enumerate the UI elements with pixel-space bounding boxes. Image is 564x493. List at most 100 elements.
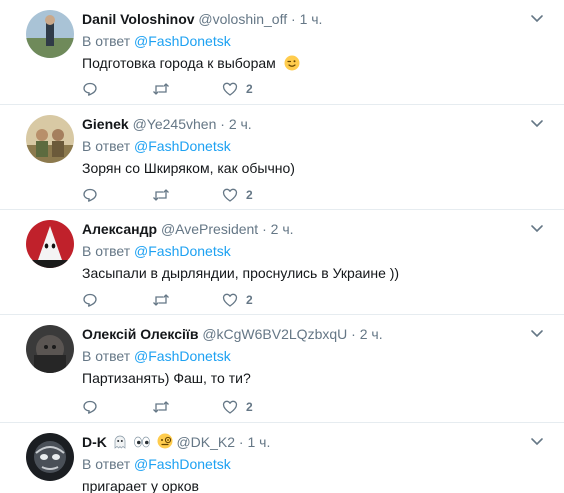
separator-dot: · [262,221,267,237]
like-button[interactable]: 2 [222,399,292,415]
chevron-down-icon[interactable] [530,119,544,129]
like-button[interactable]: 2 [222,292,292,308]
reply-prefix: В ответ [82,138,131,154]
like-button[interactable]: 2 [222,81,292,97]
separator-dot: · [351,326,356,342]
avatar[interactable] [26,325,74,373]
reply-prefix: В ответ [82,348,131,364]
user-handle[interactable]: @Ye245vhen [133,116,217,132]
tweet-header: Александр @AvePresident · 2 ч. [82,220,524,238]
reply-prefix: В ответ [82,33,131,49]
user-name[interactable]: Gienek [82,116,129,132]
like-count: 2 [246,188,253,202]
chevron-down-icon[interactable] [530,224,544,234]
separator-dot: · [291,11,296,27]
reply-icon [83,188,97,202]
retweet-button[interactable] [152,399,222,415]
timestamp[interactable]: 1 ч. [300,11,323,27]
tweet-content: D-K @DK_K2 · 1 ч. В ответ @FashDonetsk п… [82,433,524,493]
chevron-down-icon[interactable] [530,14,544,24]
user-name[interactable]: D-K [82,434,107,450]
like-count: 2 [246,293,253,307]
timestamp[interactable]: 1 ч. [247,434,270,450]
tweet-content: Gienek @Ye245vhen · 2 ч. В ответ @FashDo… [82,115,524,177]
separator-dot: · [220,116,225,132]
reply-context: В ответ @FashDonetsk [82,347,524,365]
reply-mention-link[interactable]: @FashDonetsk [134,33,231,49]
chevron-down-icon[interactable] [530,437,544,447]
timestamp[interactable]: 2 ч. [360,326,383,342]
reply-context: В ответ @FashDonetsk [82,137,524,155]
reply-icon [83,82,97,96]
user-name[interactable]: Александр [82,221,157,237]
reply-prefix: В ответ [82,456,131,472]
tweet[interactable]: D-K @DK_K2 · 1 ч. В ответ @FashDonetsk п… [0,423,564,493]
heart-icon [222,188,238,202]
retweet-icon [153,401,169,413]
tweet-text: Засыпали в дырляндии, проснулись в Украи… [82,265,400,281]
tweet-content: Danil Voloshinov @voloshin_off · 1 ч. В … [82,10,524,72]
tweet-header: Danil Voloshinov @voloshin_off · 1 ч. [82,10,524,28]
user-name[interactable]: Danil Voloshinov [82,11,195,27]
timestamp[interactable]: 2 ч. [229,116,252,132]
reply-mention-link[interactable]: @FashDonetsk [134,348,231,364]
reply-button[interactable] [82,81,152,97]
eyes-emoji-icon [133,435,151,449]
reply-button[interactable] [82,187,152,203]
avatar[interactable] [26,220,74,268]
reply-context: В ответ @FashDonetsk [82,242,524,260]
replies-feed: Danil Voloshinov @voloshin_off · 1 ч. В … [0,0,564,493]
tweet-content: Александр @AvePresident · 2 ч. В ответ @… [82,220,524,282]
retweet-button[interactable] [152,292,222,308]
reply-icon [83,293,97,307]
tweet-text: Партизанять) Фаш, то ти? [82,370,251,386]
timestamp[interactable]: 2 ч. [271,221,294,237]
reply-context: В ответ @FashDonetsk [82,455,524,473]
tweet-text-body: Подготовка города к выборам [82,55,276,71]
retweet-button[interactable] [152,81,222,97]
avatar[interactable] [26,10,74,58]
tweet-header: Олексій Олексіїв @kCgW6BV2LQzbxqU · 2 ч. [82,325,524,343]
reply-mention-link[interactable]: @FashDonetsk [134,243,231,259]
like-button[interactable]: 2 [222,187,292,203]
tweet-text: пригарает у орков [82,478,199,493]
user-handle[interactable]: @DK_K2 [176,434,235,450]
avatar[interactable] [26,115,74,163]
winking-face-emoji-icon [284,55,300,71]
tweet-text: Подготовка города к выборам [82,54,524,72]
retweet-icon [153,189,169,201]
tweet-text: Зорян со Шкиряком, как обычно) [82,160,295,176]
tweet-content: Олексій Олексіїв @kCgW6BV2LQzbxqU · 2 ч.… [82,325,524,387]
reply-context: В ответ @FashDonetsk [82,32,524,50]
reply-button[interactable] [82,292,152,308]
tweet[interactable]: Gienek @Ye245vhen · 2 ч. В ответ @FashDo… [0,105,564,210]
heart-icon [222,82,238,96]
like-count: 2 [246,82,253,96]
tweet[interactable]: Danil Voloshinov @voloshin_off · 1 ч. В … [0,0,564,105]
tweet-header: D-K @DK_K2 · 1 ч. [82,433,524,451]
tweet-actions: 2 [82,79,292,99]
ghost-emoji-icon [113,435,127,449]
reply-icon [83,400,97,414]
tweet-actions: 2 [82,397,292,417]
retweet-button[interactable] [152,187,222,203]
user-name[interactable]: Олексій Олексіїв [82,326,198,342]
chevron-down-icon[interactable] [530,329,544,339]
reply-mention-link[interactable]: @FashDonetsk [134,138,231,154]
tweet[interactable]: Александр @AvePresident · 2 ч. В ответ @… [0,210,564,315]
tweet-header: Gienek @Ye245vhen · 2 ч. [82,115,524,133]
user-handle[interactable]: @kCgW6BV2LQzbxqU [202,326,347,342]
tweet-actions: 2 [82,290,292,310]
avatar[interactable] [26,433,74,481]
face-with-monocle-emoji-icon [157,433,173,449]
user-handle[interactable]: @voloshin_off [198,11,287,27]
tweet[interactable]: Олексій Олексіїв @kCgW6BV2LQzbxqU · 2 ч.… [0,315,564,423]
tweet-actions: 2 [82,185,292,205]
retweet-icon [153,83,169,95]
reply-prefix: В ответ [82,243,131,259]
reply-button[interactable] [82,399,152,415]
heart-icon [222,293,238,307]
user-handle[interactable]: @AvePresident [161,221,258,237]
reply-mention-link[interactable]: @FashDonetsk [134,456,231,472]
heart-icon [222,400,238,414]
